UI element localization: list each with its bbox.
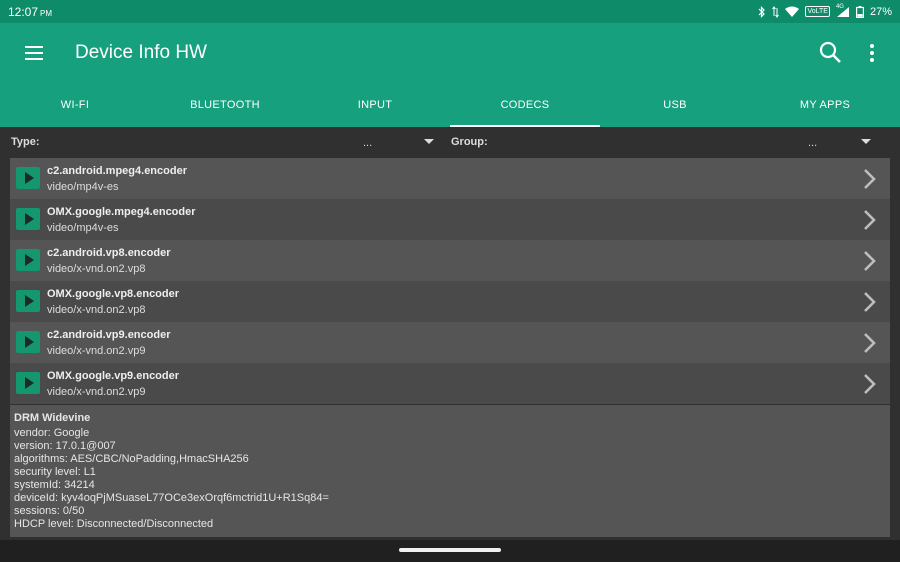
drm-title: DRM Widevine [14,412,91,424]
chevron-right-icon [864,374,876,394]
menu-button[interactable] [20,39,48,67]
drm-system-id: systemId: 34214 [14,479,95,491]
battery-percent: 27% [869,5,892,18]
battery-icon [855,5,864,18]
codec-row[interactable]: c2.android.mpeg4.encoder video/mp4v-es [10,158,890,199]
volte-badge: VoLTE [805,6,830,17]
codec-row[interactable]: c2.android.vp9.encoder video/x-vnd.on2.v… [10,322,890,363]
play-icon [16,331,40,353]
codec-mime: video/x-vnd.on2.vp8 [47,263,146,275]
app-bar: Device Info HW [0,23,900,83]
play-icon [16,208,40,230]
play-icon [16,372,40,394]
group-dropdown-arrow-icon[interactable] [861,139,871,144]
play-icon [16,290,40,312]
status-icons: VoLTE 4G 27% [758,3,892,18]
codec-list: c2.android.mpeg4.encoder video/mp4v-es O… [10,158,890,404]
navigation-bar [0,540,900,562]
home-gesture-handle[interactable] [399,548,501,552]
more-vert-icon [870,44,874,62]
drm-vendor: vendor: Google [14,427,90,439]
codec-row[interactable]: OMX.google.mpeg4.encoder video/mp4v-es [10,199,890,240]
tab-bar: WI-FI BLUETOOTH INPUT CODECS USB MY APPS [0,83,900,127]
play-icon [16,249,40,271]
search-icon [819,41,841,63]
tab-usb[interactable]: USB [600,83,750,127]
codec-name: c2.android.vp9.encoder [47,329,171,341]
codec-name: OMX.google.vp9.encoder [47,370,180,382]
tab-my-apps[interactable]: MY APPS [750,83,900,127]
more-options-button[interactable] [862,40,882,66]
status-time-value: 12:07 [8,4,39,19]
type-dropdown-arrow-icon[interactable] [424,139,434,144]
drm-hdcp-level: HDCP level: Disconnected/Disconnected [14,518,214,530]
codec-mime: video/mp4v-es [47,181,119,193]
tab-codecs[interactable]: CODECS [450,83,600,127]
codec-name: OMX.google.vp8.encoder [47,288,180,300]
codec-mime: video/x-vnd.on2.vp9 [47,345,146,357]
drm-device-id: deviceId: kyv4oqPjMSuaseL77OCe3exOrqf6mc… [14,492,329,504]
drm-info-panel: DRM Widevine vendor: Google version: 17.… [10,405,890,537]
codec-mime: video/x-vnd.on2.vp8 [47,304,146,316]
chevron-right-icon [864,210,876,230]
codec-mime: video/mp4v-es [47,222,119,234]
status-bar: 12:07 PM VoLTE 4G 27% [0,0,900,23]
chevron-right-icon [864,251,876,271]
codec-row[interactable]: OMX.google.vp8.encoder video/x-vnd.on2.v… [10,281,890,322]
codec-row[interactable]: OMX.google.vp9.encoder video/x-vnd.on2.v… [10,363,890,404]
codec-name: c2.android.vp8.encoder [47,247,171,259]
hamburger-icon [25,46,43,60]
chevron-right-icon [864,169,876,189]
filter-bar: Type: ... Group: ... [0,127,900,157]
codec-name: c2.android.mpeg4.encoder [47,165,187,177]
cell-signal-icon: 4G [835,3,850,18]
drm-algorithms: algorithms: AES/CBC/NoPadding,HmacSHA256 [14,453,249,465]
tab-bluetooth[interactable]: BLUETOOTH [150,83,300,127]
search-button[interactable] [818,40,844,66]
wifi-icon [785,6,800,18]
group-filter-label: Group: [451,136,488,148]
drm-sessions: sessions: 0/50 [14,505,85,517]
status-time-ampm: PM [40,8,53,18]
play-icon [16,167,40,189]
status-time: 12:07 PM [8,5,52,19]
chevron-right-icon [864,333,876,353]
chevron-right-icon [864,292,876,312]
group-filter-dropdown[interactable]: ... [808,137,817,149]
type-filter-dropdown[interactable]: ... [363,137,372,149]
type-filter-label: Type: [11,136,40,148]
tab-wifi[interactable]: WI-FI [0,83,150,127]
codec-mime: video/x-vnd.on2.vp9 [47,386,146,398]
codec-row[interactable]: c2.android.vp8.encoder video/x-vnd.on2.v… [10,240,890,281]
tab-input[interactable]: INPUT [300,83,450,127]
drm-security-level: security level: L1 [14,466,96,478]
codec-name: OMX.google.mpeg4.encoder [47,206,196,218]
cell-signal-label: 4G [835,3,844,10]
bluetooth-icon [758,5,766,18]
drm-version: version: 17.0.1@007 [14,440,116,452]
data-arrows-icon [772,5,780,18]
app-title: Device Info HW [75,42,207,63]
